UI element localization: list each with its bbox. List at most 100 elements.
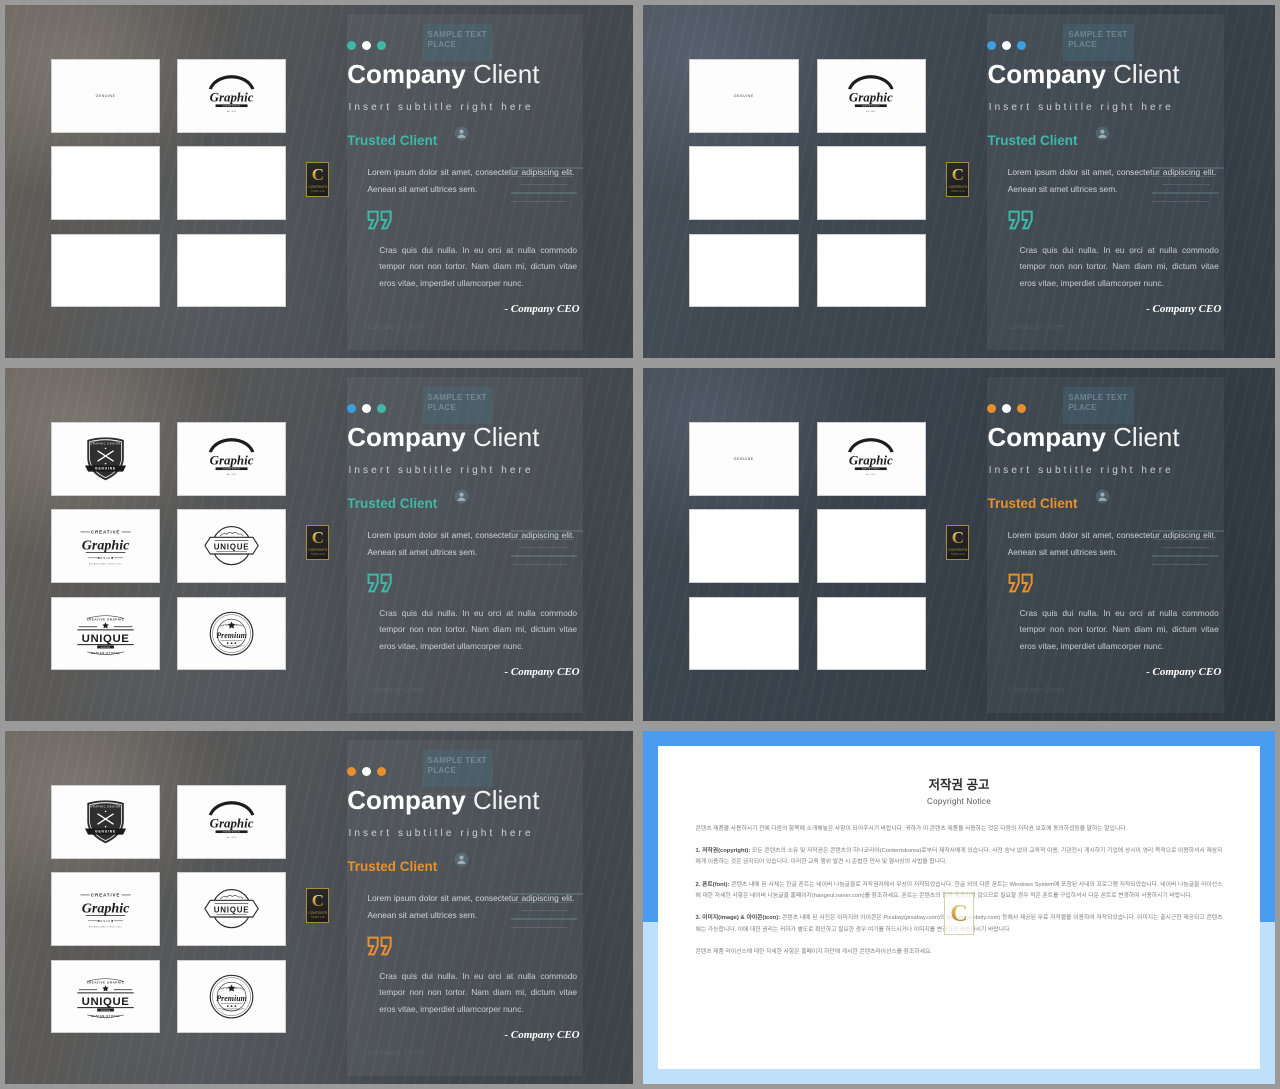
logo-cell[interactable]: THE BEST QUALITY Premium GUARANTEED xyxy=(177,596,287,671)
page-title: Company Client xyxy=(347,424,539,451)
quote-text: Cras quis dui nulla. In eu orci at nulla… xyxy=(1019,607,1219,652)
logo-cell[interactable] xyxy=(689,146,799,221)
slide-panel-4[interactable]: SAMPLE TEXT PLACE GENUINE INSPIRATIONAL G… xyxy=(638,363,1280,726)
page-subtitle: Insert subtitle right here xyxy=(988,102,1174,114)
badge-sub: CONTENTS xyxy=(308,184,328,189)
quote-icon xyxy=(1008,210,1034,230)
page-subtitle: Insert subtitle right here xyxy=(348,465,534,477)
title-light: Client xyxy=(472,785,540,816)
logo-cell[interactable] xyxy=(689,596,799,671)
page-subtitle: Insert subtitle right here xyxy=(988,465,1174,477)
contents-badge: C CONTENTS TEMPLATE xyxy=(306,525,330,561)
page-title: Company Client xyxy=(347,61,539,88)
person-icon xyxy=(454,489,469,504)
dot-2 xyxy=(362,767,372,776)
svg-text:DESIGN: DESIGN xyxy=(97,919,113,923)
logo-cell[interactable] xyxy=(50,146,160,221)
color-dots xyxy=(347,41,387,50)
dot-3 xyxy=(377,404,387,413)
color-dots xyxy=(347,767,387,776)
quote-text: Cras quis dui nulla. In eu orci at nulla… xyxy=(1019,244,1219,289)
dot-3 xyxy=(377,41,387,50)
svg-text:DESIGN: DESIGN xyxy=(101,647,111,649)
color-dots xyxy=(347,404,387,413)
copyright-watermark: C xyxy=(944,892,974,935)
badge-letter: C xyxy=(311,891,325,911)
dot-2 xyxy=(362,41,372,50)
contents-badge: C CONTENTS TEMPLATE xyxy=(946,162,970,198)
attribution: - Company CEO xyxy=(504,1029,580,1042)
logo-cell[interactable]: GRAPHIC DESIGN GENUINE xyxy=(50,784,160,859)
svg-text:GENUINE: GENUINE xyxy=(734,94,754,98)
slide-panel-2[interactable]: SAMPLE TEXT PLACE GENUINE INSPIRATIONAL G… xyxy=(638,0,1280,363)
logo-cell[interactable] xyxy=(816,146,927,221)
badge-sub2: TEMPLATE xyxy=(310,553,325,557)
person-icon xyxy=(1095,126,1110,141)
svg-text:INSPIRATIONAL: INSPIRATIONAL xyxy=(216,447,249,451)
logo-cell[interactable] xyxy=(50,233,160,308)
badge-letter: C xyxy=(951,528,964,548)
logo-cell[interactable]: INSPIRATIONAL Graphic DESIGN STUDIO Est. 20… xyxy=(177,58,287,133)
logo-cell[interactable]: GENUINE xyxy=(689,58,799,133)
logo-cell[interactable]: INSPIRATIONAL Graphic DESIGN STUDIO Est. 20… xyxy=(816,58,927,133)
logo-cell[interactable]: CREATIVE Graphic DESIGN ESTABLISHED SINCE 2… xyxy=(50,509,160,584)
attribution: - Company CEO xyxy=(1146,303,1222,316)
ghost-caption: Company Client xyxy=(367,324,425,332)
logo-cell[interactable] xyxy=(689,233,799,308)
quote-icon xyxy=(1008,573,1034,593)
color-dots xyxy=(987,404,1027,413)
logo-cell[interactable]: GENUINE xyxy=(50,58,160,133)
logo-cell[interactable]: INSPIRATIONAL Graphic DESIGN STUDIO Est. 20… xyxy=(177,784,287,859)
logo-cell[interactable]: UNIQUE PREMIUM QUALITY xyxy=(177,872,287,947)
copyright-section-1-text: 모든 콘텐츠의 소유 및 저작권은 콘텐츠의 하나코리아(Contentskor… xyxy=(695,848,1223,866)
title-bold: Company xyxy=(987,422,1106,453)
svg-text:INSPIRATIONAL: INSPIRATIONAL xyxy=(216,84,249,88)
quote-icon xyxy=(367,210,393,230)
section-label: Trusted Client xyxy=(987,132,1078,148)
slide-panel-5[interactable]: SAMPLE TEXT PLACE GRAPHIC DESIGN GENUINE … xyxy=(0,726,638,1089)
svg-text:DESIGN STUDIO: DESIGN STUDIO xyxy=(91,1014,120,1018)
svg-text:Est. 2015: Est. 2015 xyxy=(867,110,876,113)
logo-cell[interactable]: CREATIVE Graphic DESIGN ESTABLISHED SINCE 2… xyxy=(50,872,160,947)
dot-1 xyxy=(347,41,357,50)
svg-text:DESIGN STUDIO: DESIGN STUDIO xyxy=(223,106,241,108)
contents-badge: C CONTENTS TEMPLATE xyxy=(306,888,330,924)
badge-letter: C xyxy=(951,165,964,185)
svg-text:INSPIRATIONAL: INSPIRATIONAL xyxy=(216,810,249,814)
logo-cell[interactable]: INSPIRATIONAL Graphic DESIGN STUDIO Est. 20… xyxy=(816,421,927,496)
dot-2 xyxy=(362,404,372,413)
svg-text:DESIGN STUDIO: DESIGN STUDIO xyxy=(863,106,881,108)
logo-cell[interactable] xyxy=(177,233,287,308)
client-logo-grid: GRAPHIC DESIGN GENUINE INSPIRATIONAL Graph… xyxy=(50,784,287,1034)
logo-cell[interactable]: GRAPHIC DESIGN GENUINE xyxy=(50,421,160,496)
logo-cell[interactable]: CREATIVE GRAPHIC UNIQUE DESIGN DESIGN STUDI… xyxy=(50,959,160,1034)
logo-cell[interactable] xyxy=(816,509,927,584)
slide-panel-3[interactable]: SAMPLE TEXT PLACE GRAPHIC DESIGN GENUINE … xyxy=(0,363,638,726)
logo-cell[interactable] xyxy=(177,146,287,221)
slide-gallery-grid: SAMPLE TEXT PLACE GENUINE INSPIRATIONAL G… xyxy=(0,0,1280,1089)
svg-text:UNIQUE: UNIQUE xyxy=(214,543,250,552)
logo-cell[interactable]: UNIQUE PREMIUM QUALITY xyxy=(177,509,287,584)
logo-cell[interactable]: CREATIVE GRAPHIC UNIQUE DESIGN DESIGN STUDI… xyxy=(50,596,160,671)
slide-panel-1[interactable]: SAMPLE TEXT PLACE GENUINE INSPIRATIONAL G… xyxy=(0,0,638,363)
logo-cell[interactable]: INSPIRATIONAL Graphic DESIGN STUDIO Est. 20… xyxy=(177,421,287,496)
logo-cell[interactable]: THE BEST QUALITY Premium GUARANTEED xyxy=(177,959,287,1034)
ghost-caption: Company Client xyxy=(1008,687,1066,695)
logo-cell[interactable] xyxy=(689,509,799,584)
logo-cell[interactable]: GENUINE xyxy=(689,421,799,496)
color-dots xyxy=(987,41,1027,50)
dot-3 xyxy=(1017,404,1027,413)
quote-text: Cras quis dui nulla. In eu orci at nulla… xyxy=(379,244,578,289)
svg-text:Premium: Premium xyxy=(217,994,248,1003)
title-bold: Company xyxy=(347,422,466,453)
badge-letter: C xyxy=(311,165,325,185)
svg-text:INSPIRATIONAL: INSPIRATIONAL xyxy=(855,84,888,88)
watermark-placeholder: SAMPLE TEXT PLACE xyxy=(1063,24,1135,62)
dot-3 xyxy=(1017,41,1027,50)
svg-text:DESIGN STUDIO: DESIGN STUDIO xyxy=(91,651,120,655)
section-label: Trusted Client xyxy=(347,132,438,148)
logo-cell[interactable] xyxy=(816,596,927,671)
watermark-label: SAMPLE TEXT PLACE xyxy=(1068,30,1128,49)
person-icon xyxy=(454,852,469,867)
logo-cell[interactable] xyxy=(816,233,927,308)
